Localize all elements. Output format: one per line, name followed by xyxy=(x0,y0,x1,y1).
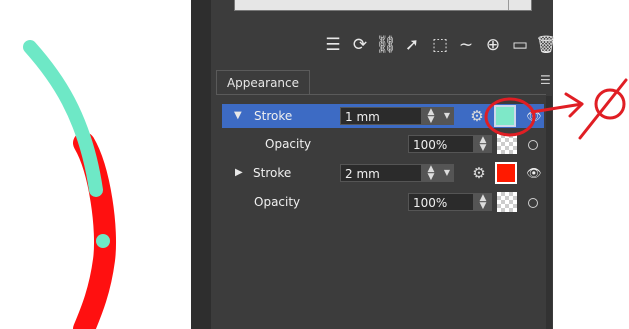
green-stroke-path[interactable] xyxy=(23,40,103,197)
select-cursor-icon[interactable]: ➚ xyxy=(401,34,423,56)
stroke-settings-gear-icon[interactable]: ⚙ xyxy=(470,164,488,182)
stroke-width-dropdown[interactable]: ▼ xyxy=(440,107,454,125)
stroke-settings-gear-icon[interactable]: ⚙ xyxy=(468,107,486,125)
opacity-field[interactable]: 100% xyxy=(408,193,474,211)
opacity-preview xyxy=(497,192,517,212)
visibility-eye-icon[interactable]: 👁 xyxy=(526,167,542,179)
opacity-preview xyxy=(497,134,517,154)
wave-icon[interactable]: ∼ xyxy=(455,34,477,56)
stroke-width-field[interactable]: 1 mm xyxy=(340,107,422,125)
top-dropdown-chevron-icon[interactable] xyxy=(508,0,531,10)
opacity-row-2: Opacity 100% ▲ ▼ xyxy=(222,190,544,214)
collapse-triangle-icon[interactable]: ▶ xyxy=(235,161,243,185)
opacity-radio[interactable] xyxy=(528,198,538,208)
stroke-width-stepper[interactable]: ▲ ▼ xyxy=(422,107,440,125)
annotation-arrowhead xyxy=(564,92,584,118)
panel-divider xyxy=(191,0,211,329)
opacity-row-1: Opacity 100% ▲ ▼ xyxy=(222,132,544,156)
tab-appearance[interactable]: Appearance xyxy=(216,70,310,95)
trash-icon[interactable]: 🗑 xyxy=(535,34,557,56)
rectangle-icon[interactable]: ▭ xyxy=(509,34,531,56)
tab-divider xyxy=(216,94,546,95)
link-icon[interactable]: ⛓ xyxy=(375,34,397,56)
annotation-none-circle xyxy=(594,88,626,120)
plus-circle-icon[interactable]: ⊕ xyxy=(482,34,504,56)
stroke-row-1[interactable]: ▼ Stroke 1 mm ▲ ▼ ▼ ⚙ 👁 xyxy=(222,104,544,128)
opacity-label: Opacity xyxy=(254,195,301,209)
opacity-field[interactable]: 100% xyxy=(408,135,474,153)
opacity-stepper[interactable]: ▲ ▼ xyxy=(474,193,492,211)
path-node-handle[interactable] xyxy=(96,234,110,248)
stroke-width-dropdown[interactable]: ▼ xyxy=(440,164,454,182)
visibility-eye-icon[interactable]: 👁 xyxy=(526,110,542,122)
stroke-label: Stroke xyxy=(253,166,292,180)
stroke-width-stepper[interactable]: ▲ ▼ xyxy=(422,164,440,182)
stroke-color-swatch[interactable] xyxy=(494,105,516,127)
panel-menu-icon[interactable]: ☰ xyxy=(540,74,554,86)
panel-scrollbar[interactable] xyxy=(546,96,552,329)
stroke-row-2[interactable]: ▶ Stroke 2 mm ▲ ▼ ▼ ⚙ 👁 xyxy=(222,161,544,185)
stroke-width-field[interactable]: 2 mm xyxy=(340,164,422,182)
opacity-radio[interactable] xyxy=(528,140,538,150)
top-dropdown-field[interactable] xyxy=(234,0,532,11)
stroke-color-swatch[interactable] xyxy=(495,162,517,184)
crop-icon[interactable]: ⬚ xyxy=(429,34,451,56)
opacity-label: Opacity xyxy=(265,137,312,151)
rotate-icon[interactable]: ⟳ xyxy=(349,34,371,56)
expand-triangle-icon[interactable]: ▼ xyxy=(234,104,242,128)
sliders-icon[interactable]: ☰ xyxy=(322,34,344,56)
stroke-label: Stroke xyxy=(254,109,293,123)
canvas-artwork[interactable] xyxy=(0,0,195,329)
annotation-none-slash xyxy=(578,78,628,140)
opacity-stepper[interactable]: ▲ ▼ xyxy=(474,135,492,153)
